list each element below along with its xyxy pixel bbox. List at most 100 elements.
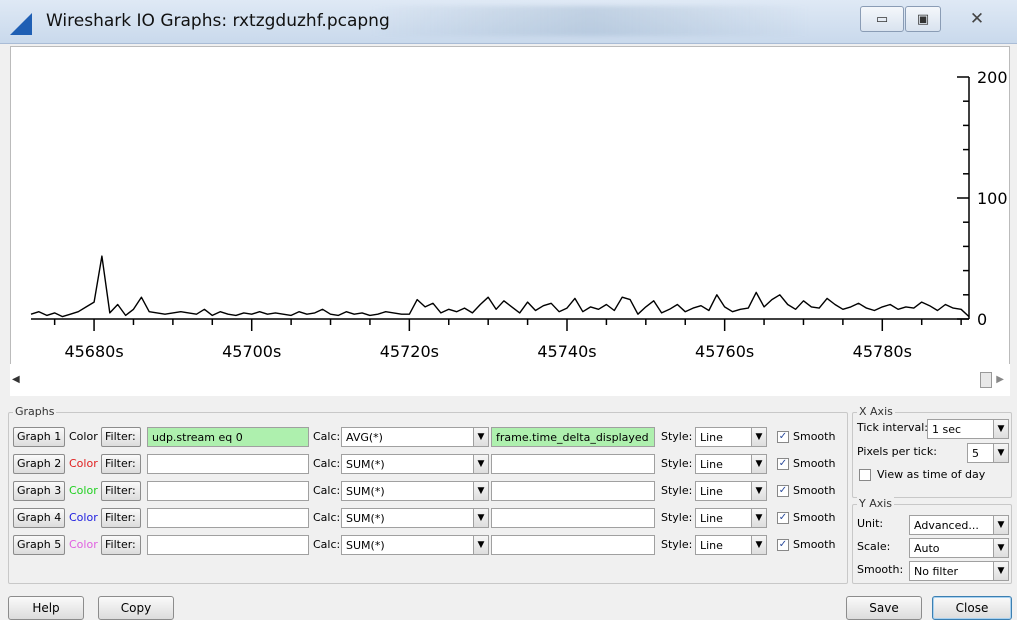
style-select[interactable]: Line ▼ xyxy=(695,481,767,501)
unit-label: Unit: xyxy=(857,517,884,530)
smooth-checkbox[interactable]: ✓ xyxy=(777,485,789,497)
smooth-checkbox[interactable]: ✓ xyxy=(777,431,789,443)
y-smooth-label: Smooth: xyxy=(857,563,904,576)
chevron-down-icon: ▼ xyxy=(751,482,766,500)
chevron-down-icon: ▼ xyxy=(473,428,488,446)
scrollbar-thumb[interactable] xyxy=(980,372,992,388)
filter-button[interactable]: Filter: xyxy=(101,427,141,447)
style-label: Style: xyxy=(661,430,693,443)
filter-input[interactable] xyxy=(147,535,309,555)
filter-button[interactable]: Filter: xyxy=(101,508,141,528)
minimize-button[interactable]: ▭ xyxy=(860,6,904,32)
title-bar: Wireshark IO Graphs: rxtzgduzhf.pcapng ▭… xyxy=(0,0,1017,44)
save-button[interactable]: Save xyxy=(846,596,922,620)
filter-input[interactable]: udp.stream eq 0 xyxy=(147,427,309,447)
scroll-left-icon[interactable]: ◀ xyxy=(12,374,20,385)
graph-toggle-button[interactable]: Graph 4 xyxy=(13,508,65,528)
calc-select[interactable]: AVG(*) ▼ xyxy=(341,427,489,447)
style-value: Line xyxy=(700,512,723,525)
y-smooth-select[interactable]: No filter ▼ xyxy=(909,561,1009,581)
chevron-down-icon: ▼ xyxy=(993,516,1008,534)
close-icon: ✕ xyxy=(969,9,985,29)
chevron-down-icon: ▼ xyxy=(993,444,1008,462)
calc-field-input[interactable] xyxy=(491,535,655,555)
unit-select[interactable]: Advanced... ▼ xyxy=(909,515,1009,535)
graph-toggle-button[interactable]: Graph 2 xyxy=(13,454,65,474)
scale-value: Auto xyxy=(914,542,940,555)
calc-select[interactable]: SUM(*) ▼ xyxy=(341,481,489,501)
pixels-per-tick-value: 5 xyxy=(972,447,979,460)
calc-field-input[interactable] xyxy=(491,481,655,501)
smooth-label: Smooth xyxy=(793,538,836,551)
calc-value: SUM(*) xyxy=(346,512,385,525)
graph-toggle-button[interactable]: Graph 3 xyxy=(13,481,65,501)
calc-field-input[interactable] xyxy=(491,454,655,474)
pixels-per-tick-select[interactable]: 5 ▼ xyxy=(967,443,1009,463)
graph-toggle-button[interactable]: Graph 1 xyxy=(13,427,65,447)
close-window-button[interactable]: ✕ xyxy=(946,6,1008,32)
filter-input[interactable] xyxy=(147,481,309,501)
series-line xyxy=(30,255,970,318)
graph-row: Graph 4 Color Filter: Calc: SUM(*) ▼ Style: Lin… xyxy=(13,508,847,530)
chevron-down-icon: ▼ xyxy=(751,509,766,527)
calc-field-input[interactable]: frame.time_delta_displayed xyxy=(491,427,655,447)
chevron-down-icon: ▼ xyxy=(751,455,766,473)
tick-interval-value: 1 sec xyxy=(932,423,962,436)
graph-row: Graph 2 Color Filter: Calc: SUM(*) ▼ Style: Lin… xyxy=(13,454,847,476)
chevron-down-icon: ▼ xyxy=(473,482,488,500)
filter-button[interactable]: Filter: xyxy=(101,481,141,501)
x-axis-group: X Axis Tick interval: 1 sec ▼ Pixels per… xyxy=(852,405,1012,498)
maximize-button[interactable]: ▣ xyxy=(905,6,941,32)
calc-field-input[interactable] xyxy=(491,508,655,528)
calc-select[interactable]: SUM(*) ▼ xyxy=(341,508,489,528)
graph-toggle-button[interactable]: Graph 5 xyxy=(13,535,65,555)
calc-label: Calc: xyxy=(313,484,341,497)
copy-button[interactable]: Copy xyxy=(98,596,174,620)
chevron-down-icon: ▼ xyxy=(993,562,1008,580)
graph-color-label[interactable]: Color xyxy=(69,511,98,524)
calc-value: SUM(*) xyxy=(346,485,385,498)
filter-button[interactable]: Filter: xyxy=(101,535,141,555)
help-button[interactable]: Help xyxy=(8,596,84,620)
unit-value: Advanced... xyxy=(914,519,979,532)
style-select[interactable]: Line ▼ xyxy=(695,535,767,555)
smooth-checkbox[interactable]: ✓ xyxy=(777,458,789,470)
chevron-down-icon: ▼ xyxy=(993,420,1008,438)
style-value: Line xyxy=(700,431,723,444)
smooth-checkbox[interactable]: ✓ xyxy=(777,539,789,551)
x-tick-label: 45700s xyxy=(222,342,281,361)
graph-color-label[interactable]: Color xyxy=(69,538,98,551)
style-select[interactable]: Line ▼ xyxy=(695,427,767,447)
chevron-down-icon: ▼ xyxy=(473,536,488,554)
tick-interval-select[interactable]: 1 sec ▼ xyxy=(927,419,1009,439)
tick-interval-label: Tick interval: xyxy=(857,421,928,434)
smooth-label: Smooth xyxy=(793,484,836,497)
graph-horizontal-scrollbar[interactable]: ◀ ▶ xyxy=(10,364,1010,396)
calc-label: Calc: xyxy=(313,511,341,524)
filter-input[interactable] xyxy=(147,508,309,528)
wireshark-fin-icon xyxy=(10,13,32,35)
graph-color-label[interactable]: Color xyxy=(69,457,98,470)
scroll-right-icon[interactable]: ▶ xyxy=(996,374,1004,385)
x-tick-label: 45680s xyxy=(64,342,123,361)
style-select[interactable]: Line ▼ xyxy=(695,454,767,474)
graph-row: Graph 3 Color Filter: Calc: SUM(*) ▼ Style: Lin… xyxy=(13,481,847,503)
graph-color-label[interactable]: Color xyxy=(69,430,98,443)
calc-select[interactable]: SUM(*) ▼ xyxy=(341,535,489,555)
y-tick-label: 100 xyxy=(977,189,1008,208)
filter-button[interactable]: Filter: xyxy=(101,454,141,474)
style-value: Line xyxy=(700,458,723,471)
view-time-of-day-label: View as time of day xyxy=(877,468,986,481)
style-select[interactable]: Line ▼ xyxy=(695,508,767,528)
window-title: Wireshark IO Graphs: rxtzgduzhf.pcapng xyxy=(46,11,390,31)
io-graph-plot[interactable]: 45680s 45700s 45720s 45740s 45760s 45780s 0 100… xyxy=(10,46,1010,394)
view-time-of-day-checkbox[interactable]: ✓ xyxy=(859,469,871,481)
filter-input[interactable] xyxy=(147,454,309,474)
graph-color-label[interactable]: Color xyxy=(69,484,98,497)
close-button[interactable]: Close xyxy=(932,596,1012,620)
x-tick-label: 45780s xyxy=(853,342,912,361)
scale-select[interactable]: Auto ▼ xyxy=(909,538,1009,558)
smooth-checkbox[interactable]: ✓ xyxy=(777,512,789,524)
style-value: Line xyxy=(700,485,723,498)
calc-select[interactable]: SUM(*) ▼ xyxy=(341,454,489,474)
